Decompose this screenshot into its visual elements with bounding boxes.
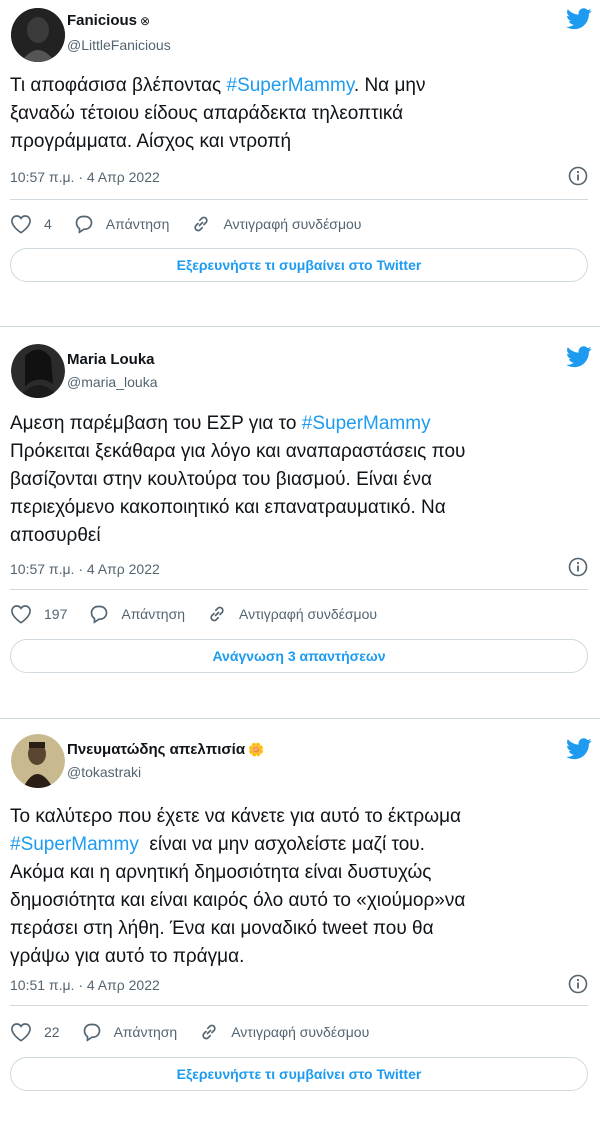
author-handle[interactable]: @LittleFanicious xyxy=(67,37,171,53)
heart-icon xyxy=(11,215,31,234)
heart-icon xyxy=(11,1023,31,1042)
reply-label: Απάντηση xyxy=(113,1024,178,1040)
action-bar: 4 Απάντηση Αντιγραφή συνδέσμου xyxy=(10,212,383,236)
twitter-bird-icon[interactable] xyxy=(566,738,592,760)
tweet-text: Αμεση παρέμβαση του ΕΣΡ για το #SuperMam… xyxy=(10,413,466,546)
reply-bubble-icon xyxy=(83,1023,100,1042)
reply-label: Απάντηση xyxy=(121,606,185,622)
avatar[interactable] xyxy=(11,734,65,788)
twitter-bird-icon[interactable] xyxy=(566,346,592,368)
link-icon xyxy=(210,606,224,622)
divider xyxy=(10,1005,588,1006)
info-icon[interactable] xyxy=(568,166,588,186)
copy-link-button[interactable]: Αντιγραφή συνδέσμου xyxy=(207,604,377,624)
author-handle[interactable]: @tokastraki xyxy=(67,764,141,780)
like-count: 4 xyxy=(44,216,52,232)
hashtag-link[interactable]: #SuperMammy xyxy=(10,834,139,855)
tweet-timestamp[interactable]: 10:57 π.μ. · 4 Απρ 2022 xyxy=(10,561,160,577)
tweet-text: Το καλύτερο που έχετε να κάνετε για αυτό… xyxy=(10,806,466,967)
action-bar: 22 Απάντηση Αντιγραφή συνδέσμου xyxy=(10,1020,391,1044)
link-icon xyxy=(194,216,209,232)
author-name[interactable]: Fanicious ⊗ xyxy=(67,12,150,29)
reply-label: Απάντηση xyxy=(105,216,170,232)
author-handle[interactable]: @maria_louka xyxy=(67,374,157,390)
reply-button[interactable]: Απάντηση xyxy=(82,1022,178,1042)
avatar[interactable] xyxy=(11,344,65,398)
reply-button[interactable]: Απάντηση xyxy=(89,604,185,624)
copy-link-button[interactable]: Αντιγραφή συνδέσμου xyxy=(199,1022,369,1042)
copy-link-label: Αντιγραφή συνδέσμου xyxy=(239,606,378,622)
like-count: 197 xyxy=(44,606,68,622)
twitter-bird-icon[interactable] xyxy=(566,8,592,30)
info-icon[interactable] xyxy=(568,557,588,577)
action-bar: 197 Απάντηση Αντιγραφή συνδέσμου xyxy=(10,602,399,626)
like-button[interactable]: 197 xyxy=(10,604,67,624)
tweet-card: Maria Louka @maria_louka Αμεση παρέμβαση… xyxy=(0,336,600,692)
link-icon xyxy=(202,1024,216,1040)
tweet-timestamp[interactable]: 10:57 π.μ. · 4 Απρ 2022 xyxy=(10,169,160,185)
heart-icon xyxy=(11,605,31,624)
hashtag-link[interactable]: #SuperMammy xyxy=(302,413,431,434)
divider xyxy=(10,199,588,200)
info-icon[interactable] xyxy=(568,974,588,994)
reply-bubble-icon xyxy=(91,605,108,624)
copy-link-label: Αντιγραφή συνδέσμου xyxy=(231,1024,370,1040)
avatar[interactable] xyxy=(11,8,65,62)
reply-bubble-icon xyxy=(75,215,93,234)
tweet-separator xyxy=(0,718,600,719)
explore-twitter-button[interactable]: Εξερευνήστε τι συμβαίνει στο Twitter xyxy=(10,1057,588,1091)
read-replies-button[interactable]: Ανάγνωση 3 απαντήσεων xyxy=(10,639,588,673)
author-name[interactable]: Maria Louka xyxy=(67,351,155,368)
like-button[interactable]: 22 xyxy=(10,1022,60,1042)
tweet-timestamp[interactable]: 10:51 π.μ. · 4 Απρ 2022 xyxy=(10,977,160,993)
explore-twitter-button[interactable]: Εξερευνήστε τι συμβαίνει στο Twitter xyxy=(10,248,588,282)
author-name[interactable]: Πνευματώδης απελπισία 🌼 xyxy=(67,741,264,758)
tweet-separator xyxy=(0,326,600,327)
tweet-card: Fanicious ⊗ @LittleFanicious Τι αποφάσισα… xyxy=(0,0,600,296)
tweet-card: Πνευματώδης απελπισία 🌼 @tokastraki Το κα… xyxy=(0,726,600,1118)
copy-link-label: Αντιγραφή συνδέσμου xyxy=(223,216,362,232)
hashtag-link[interactable]: #SuperMammy xyxy=(227,75,354,96)
reply-button[interactable]: Απάντηση xyxy=(74,214,170,234)
tweet-text: Τι αποφάσισα βλέποντας #SuperMammy. Να μ… xyxy=(10,75,426,152)
copy-link-button[interactable]: Αντιγραφή συνδέσμου xyxy=(191,214,361,234)
divider xyxy=(10,589,588,590)
like-count: 22 xyxy=(44,1024,60,1040)
like-button[interactable]: 4 xyxy=(10,214,52,234)
